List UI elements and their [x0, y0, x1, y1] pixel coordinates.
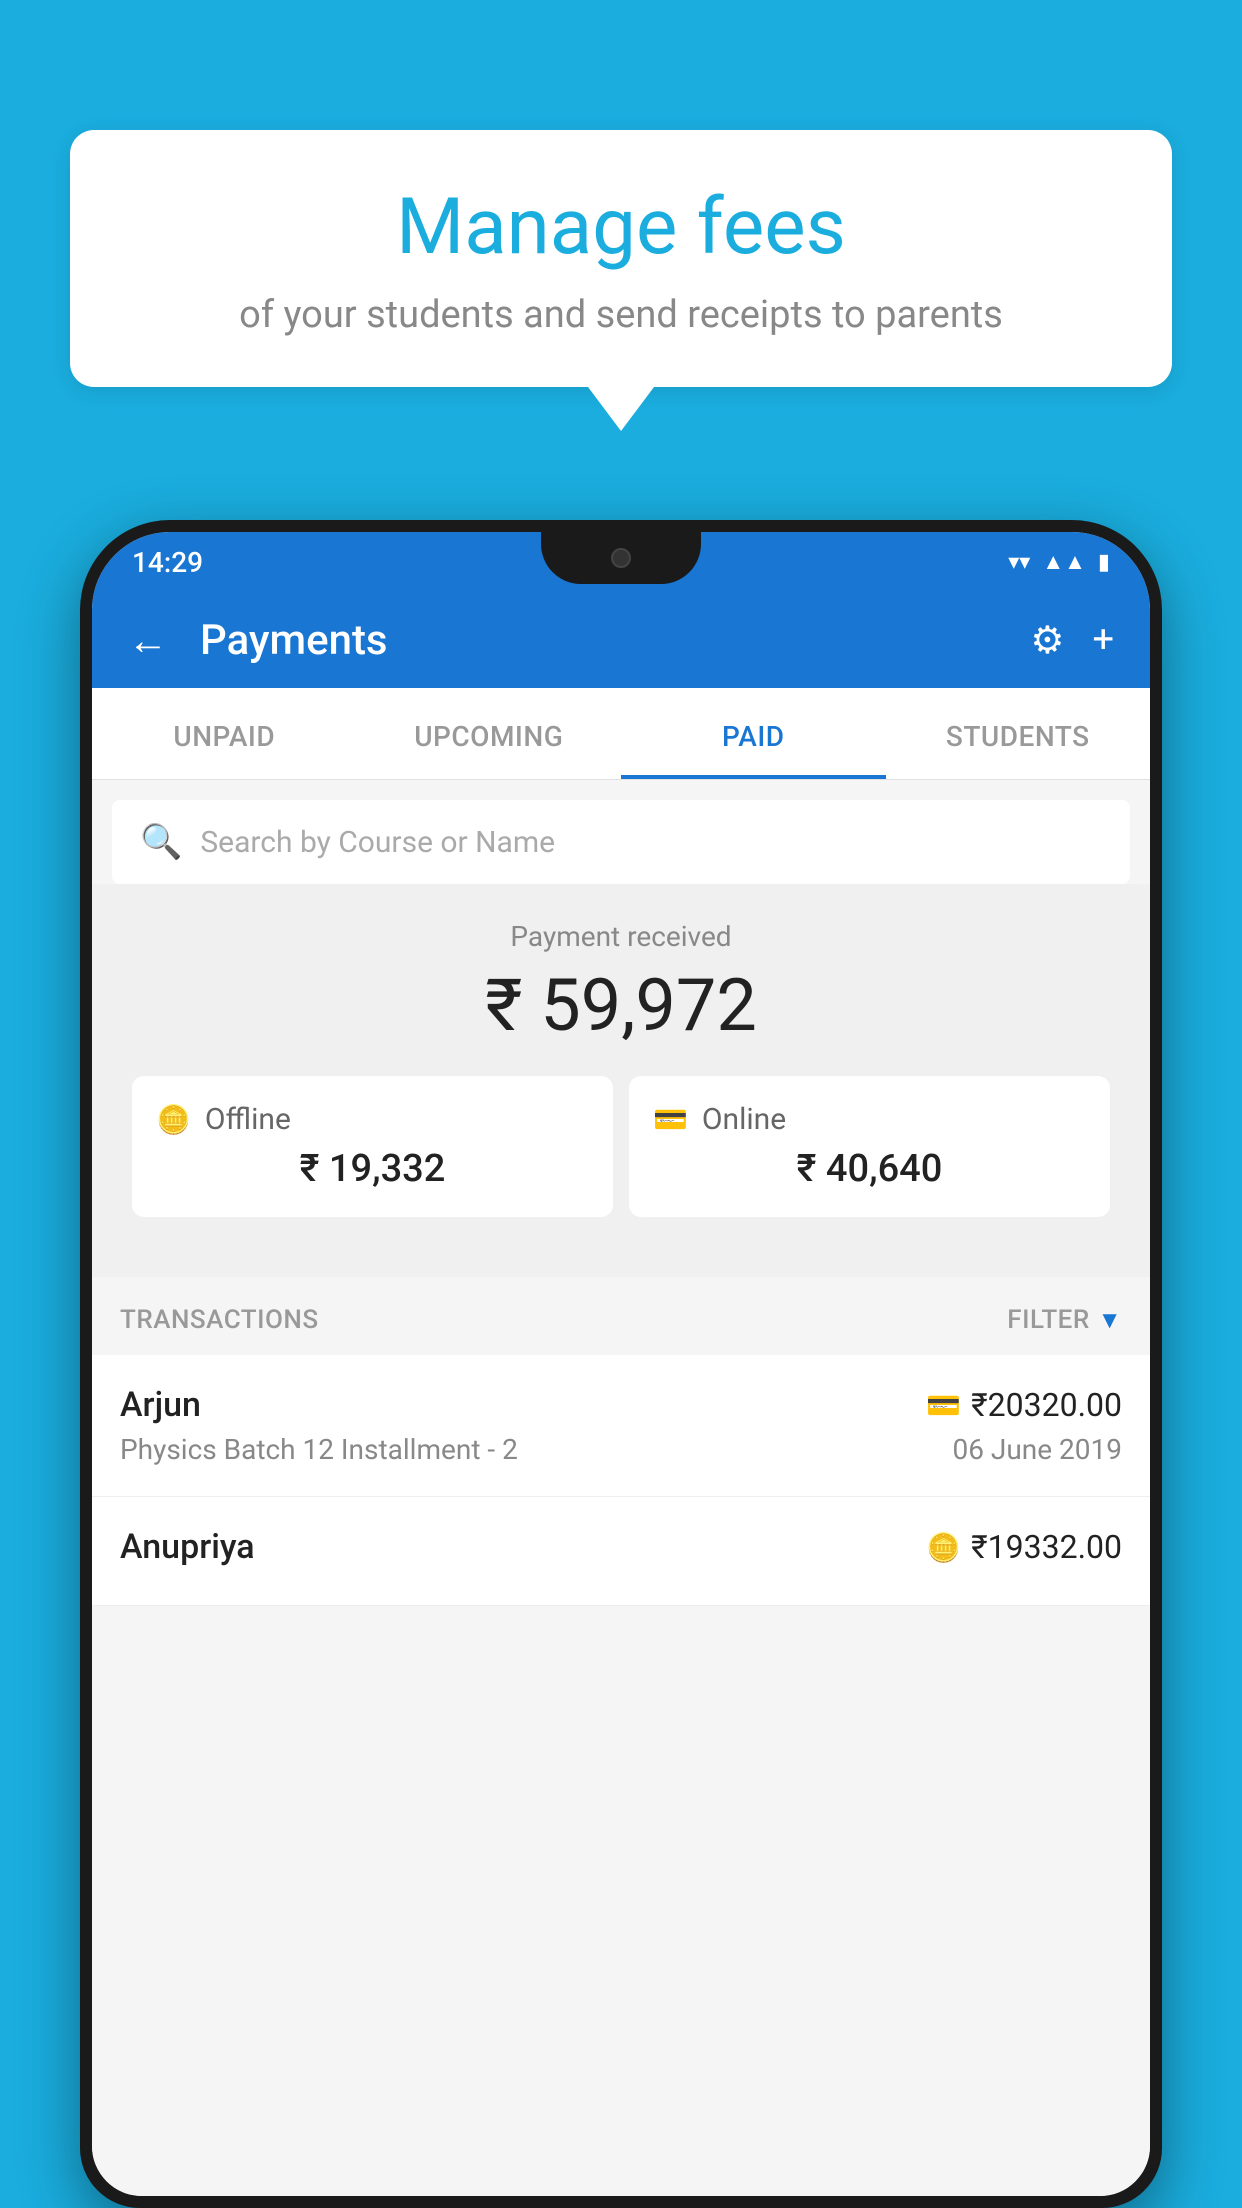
transaction-amount: ₹20320.00	[971, 1386, 1122, 1424]
transaction-amount-wrap: 🪙 ₹19332.00	[926, 1528, 1122, 1566]
transaction-top-row: Arjun 💳 ₹20320.00	[120, 1385, 1122, 1425]
transaction-amount-wrap: 💳 ₹20320.00	[926, 1386, 1122, 1424]
add-icon[interactable]: +	[1092, 618, 1114, 662]
header-title: Payments	[200, 616, 1006, 665]
status-time: 14:29	[132, 546, 203, 579]
screen-content: 🔍 Search by Course or Name Payment recei…	[92, 780, 1150, 2196]
offline-label: Offline	[205, 1102, 291, 1137]
offline-amount: ₹ 19,332	[156, 1147, 589, 1191]
transaction-name: Anupriya	[120, 1527, 255, 1567]
payment-total-amount: ₹ 59,972	[112, 963, 1130, 1048]
transaction-row: Arjun 💳 ₹20320.00 Physics Batch 12 Insta…	[92, 1355, 1150, 1497]
transaction-course: Physics Batch 12 Installment - 2	[120, 1433, 518, 1466]
app-header: ← Payments ⚙ +	[92, 592, 1150, 688]
offline-icon: 🪙	[156, 1103, 191, 1136]
payment-summary: Payment received ₹ 59,972 🪙 Offline ₹ 19…	[92, 884, 1150, 1277]
filter-icon: ▼	[1098, 1306, 1122, 1335]
wifi-icon: ▾▾	[1008, 550, 1030, 575]
battery-icon: ▮	[1098, 550, 1110, 575]
search-icon: 🔍	[140, 822, 182, 862]
payment-received-label: Payment received	[112, 920, 1130, 953]
offline-card-header: 🪙 Offline	[156, 1102, 589, 1137]
payment-cards-row: 🪙 Offline ₹ 19,332 💳 Online ₹ 40,640	[112, 1076, 1130, 1247]
camera	[611, 548, 631, 568]
tab-upcoming[interactable]: UPCOMING	[357, 688, 622, 779]
transaction-amount: ₹19332.00	[971, 1528, 1122, 1566]
status-icons: ▾▾ ▲▲ ▮	[1008, 549, 1110, 575]
speech-bubble-card: Manage fees of your students and send re…	[70, 130, 1172, 387]
transaction-bottom-row: Physics Batch 12 Installment - 2 06 June…	[120, 1433, 1122, 1466]
bubble-subtitle: of your students and send receipts to pa…	[130, 293, 1112, 337]
transactions-label: TRANSACTIONS	[120, 1305, 319, 1335]
transaction-top-row: Anupriya 🪙 ₹19332.00	[120, 1527, 1122, 1567]
signal-icon: ▲▲	[1042, 549, 1086, 575]
search-bar[interactable]: 🔍 Search by Course or Name	[112, 800, 1130, 884]
settings-icon[interactable]: ⚙	[1030, 618, 1064, 663]
offline-card: 🪙 Offline ₹ 19,332	[132, 1076, 613, 1217]
transaction-type-icon: 💳	[926, 1389, 961, 1422]
status-bar: 14:29 ▾▾ ▲▲ ▮	[92, 532, 1150, 592]
bubble-title: Manage fees	[130, 185, 1112, 271]
online-card: 💳 Online ₹ 40,640	[629, 1076, 1110, 1217]
phone-screen: 14:29 ▾▾ ▲▲ ▮ ← Payments ⚙ + UNPAID UPCO…	[92, 532, 1150, 2196]
transaction-date: 06 June 2019	[952, 1433, 1122, 1466]
online-amount: ₹ 40,640	[653, 1147, 1086, 1191]
phone-notch	[541, 532, 701, 584]
phone-frame: 14:29 ▾▾ ▲▲ ▮ ← Payments ⚙ + UNPAID UPCO…	[80, 520, 1162, 2208]
online-card-header: 💳 Online	[653, 1102, 1086, 1137]
filter-button[interactable]: FILTER ▼	[1007, 1305, 1122, 1335]
transaction-type-icon: 🪙	[926, 1531, 961, 1564]
filter-text: FILTER	[1007, 1305, 1089, 1335]
search-input[interactable]: Search by Course or Name	[200, 825, 555, 860]
online-icon: 💳	[653, 1103, 688, 1136]
transactions-header: TRANSACTIONS FILTER ▼	[92, 1277, 1150, 1355]
transaction-name: Arjun	[120, 1385, 201, 1425]
tab-paid[interactable]: PAID	[621, 688, 886, 779]
back-button[interactable]: ←	[128, 617, 168, 664]
header-action-icons: ⚙ +	[1030, 618, 1114, 663]
online-label: Online	[702, 1102, 786, 1137]
tab-bar: UNPAID UPCOMING PAID STUDENTS	[92, 688, 1150, 780]
tab-unpaid[interactable]: UNPAID	[92, 688, 357, 779]
tab-students[interactable]: STUDENTS	[886, 688, 1151, 779]
transaction-row: Anupriya 🪙 ₹19332.00	[92, 1497, 1150, 1606]
